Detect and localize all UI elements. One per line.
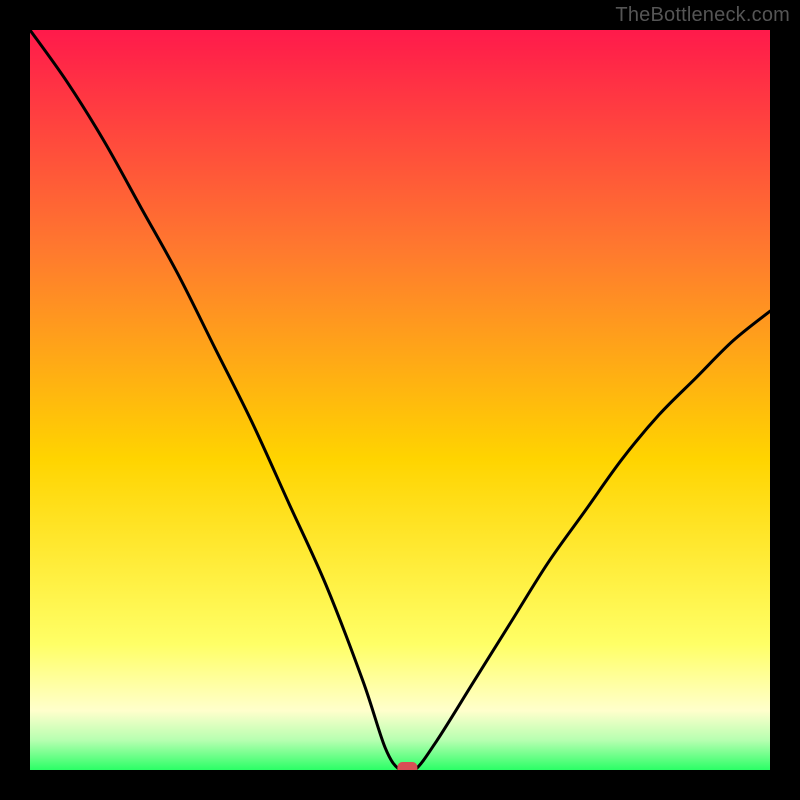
gradient-background: [30, 30, 770, 770]
watermark-text: TheBottleneck.com: [615, 4, 790, 27]
chart-svg: [30, 30, 770, 770]
chart-frame: TheBottleneck.com: [0, 0, 800, 800]
minimum-marker: [397, 762, 417, 770]
plot-area: [30, 30, 770, 770]
